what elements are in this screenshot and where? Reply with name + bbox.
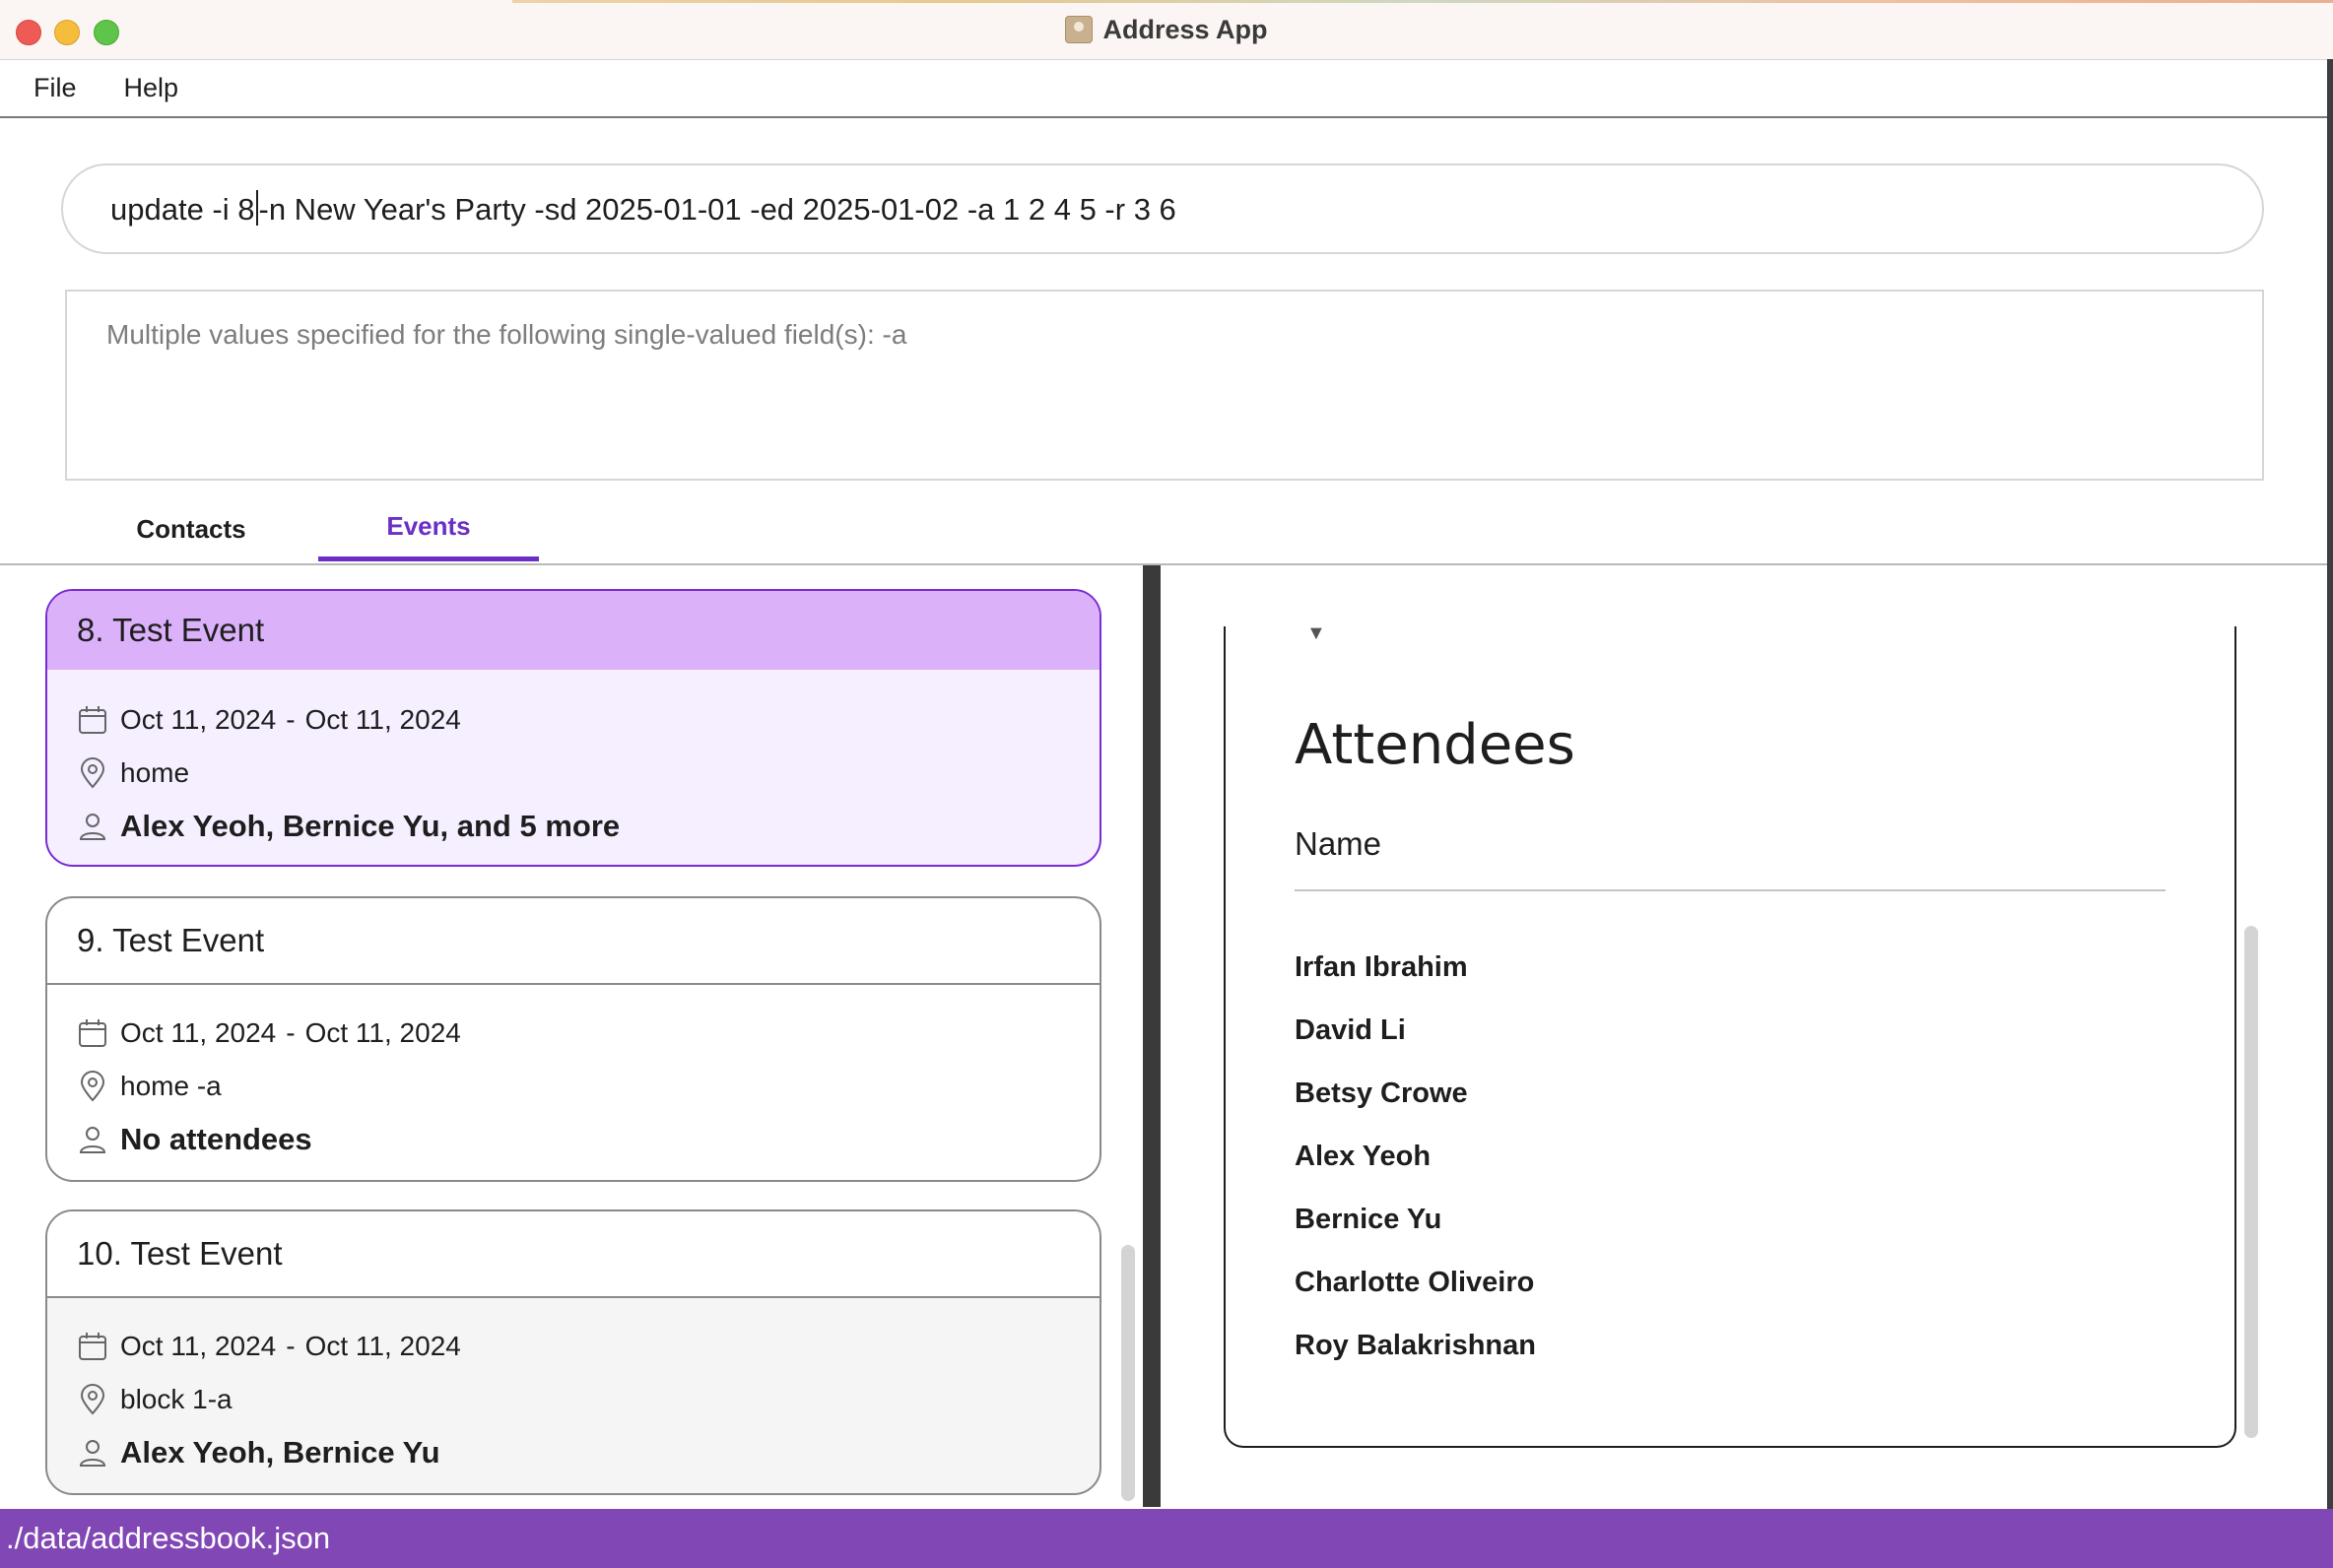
collapse-arrow-icon[interactable]: ▼ (1306, 622, 1326, 645)
event-attendees-row: No attendees (77, 1113, 1100, 1166)
menu-help[interactable]: Help (124, 73, 179, 103)
event-card-10[interactable]: 10. Test Event Oct 11, 2024 - Oct 11, 20… (45, 1209, 1101, 1495)
calendar-icon (77, 704, 108, 736)
attendees-heading: Attendees (1295, 713, 1575, 777)
event-date-separator: - (286, 1331, 296, 1361)
event-end-date: Oct 11, 2024 (304, 1017, 461, 1048)
panel-splitter[interactable] (1143, 565, 1161, 1507)
event-location-row: block 1-a (77, 1373, 1100, 1426)
event-card-body: Oct 11, 2024 - Oct 11, 2024 home -a No a… (47, 985, 1100, 1166)
result-message: Multiple values specified for the follow… (106, 319, 907, 350)
command-after-caret: -n New Year's Party -sd 2025-01-01 -ed 2… (258, 192, 1176, 227)
event-date-separator: - (286, 704, 296, 735)
person-icon (77, 1437, 108, 1469)
menu-file[interactable]: File (33, 73, 77, 103)
event-card-9[interactable]: 9. Test Event Oct 11, 2024 - Oct 11, 202… (45, 896, 1101, 1182)
event-attendees-row: Alex Yeoh, Bernice Yu, and 5 more (77, 800, 1100, 853)
event-card-8[interactable]: 8. Test Event Oct 11, 2024 - Oct 11, 202… (45, 589, 1101, 867)
event-date-separator: - (286, 1017, 296, 1048)
text-caret (255, 190, 258, 226)
event-list-scrollbar[interactable] (1121, 1245, 1135, 1501)
attendees-list: Irfan Ibrahim David Li Betsy Crowe Alex … (1295, 936, 1536, 1377)
title-bar: Address App (0, 0, 2333, 60)
menu-bar: File Help (0, 60, 2327, 118)
window-title: Address App (1102, 14, 1268, 44)
tab-events[interactable]: Events (318, 496, 539, 561)
attendees-header-divider (1295, 889, 2166, 891)
command-before-caret: update -i 8 (110, 192, 255, 227)
address-book-icon (1065, 16, 1094, 43)
result-display[interactable]: Multiple values specified for the follow… (65, 290, 2264, 481)
event-list-panel[interactable]: 8. Test Event Oct 11, 2024 - Oct 11, 202… (0, 565, 1143, 1507)
attendee-item: Bernice Yu (1295, 1203, 1442, 1235)
person-icon (77, 1124, 108, 1155)
event-card-title: 10. Test Event (47, 1211, 1100, 1298)
event-end-date: Oct 11, 2024 (304, 704, 461, 735)
data-file-path: ./data/addressbook.json (6, 1521, 331, 1555)
detail-scrollbar[interactable] (2244, 926, 2258, 1438)
attendee-item: Charlotte Oliveiro (1295, 1266, 1535, 1298)
person-icon (77, 811, 108, 842)
window-title-wrap: Address App (0, 0, 2333, 59)
event-start-date: Oct 11, 2024 (120, 1331, 277, 1361)
event-date-row: Oct 11, 2024 - Oct 11, 2024 (77, 693, 1100, 747)
attendee-item: Roy Balakrishnan (1295, 1329, 1536, 1361)
event-start-date: Oct 11, 2024 (120, 1017, 277, 1048)
event-card-body: Oct 11, 2024 - Oct 11, 2024 home Alex Ye… (47, 670, 1100, 853)
event-location: block 1-a (120, 1384, 233, 1414)
event-end-date: Oct 11, 2024 (304, 1331, 461, 1361)
event-location: home -a (120, 1071, 222, 1101)
event-location-row: home (77, 747, 1100, 800)
calendar-icon (77, 1331, 108, 1362)
event-card-title: 9. Test Event (47, 898, 1100, 985)
location-pin-icon (77, 757, 108, 789)
attendee-item: Betsy Crowe (1295, 1077, 1468, 1109)
tab-contacts[interactable]: Contacts (102, 496, 280, 561)
event-location-row: home -a (77, 1060, 1100, 1113)
command-input[interactable]: update -i 8 -n New Year's Party -sd 2025-… (61, 163, 2264, 254)
event-start-date: Oct 11, 2024 (120, 704, 277, 735)
event-date-row: Oct 11, 2024 - Oct 11, 2024 (77, 1007, 1100, 1060)
window-edge (2327, 59, 2333, 1509)
attendee-item: David Li (1295, 1013, 1406, 1046)
tab-bar: Contacts Events (0, 496, 2327, 565)
event-attendees: Alex Yeoh, Bernice Yu (120, 1435, 440, 1470)
event-attendees-row: Alex Yeoh, Bernice Yu (77, 1426, 1100, 1479)
event-card-body: Oct 11, 2024 - Oct 11, 2024 block 1-a Al… (47, 1298, 1100, 1479)
calendar-icon (77, 1017, 108, 1049)
location-pin-icon (77, 1071, 108, 1102)
event-attendees: No attendees (120, 1122, 312, 1156)
event-location: home (120, 757, 190, 788)
attendee-item: Irfan Ibrahim (1295, 950, 1468, 983)
attendees-name-column-header: Name (1295, 825, 1382, 862)
event-attendees: Alex Yeoh, Bernice Yu, and 5 more (120, 809, 621, 843)
event-card-title: 8. Test Event (47, 591, 1100, 670)
command-text: update -i 8 -n New Year's Party -sd 2025-… (110, 190, 1176, 228)
location-pin-icon (77, 1384, 108, 1415)
status-bar: ./data/addressbook.json (0, 1509, 2333, 1568)
event-date-row: Oct 11, 2024 - Oct 11, 2024 (77, 1320, 1100, 1373)
attendee-item: Alex Yeoh (1295, 1140, 1432, 1172)
